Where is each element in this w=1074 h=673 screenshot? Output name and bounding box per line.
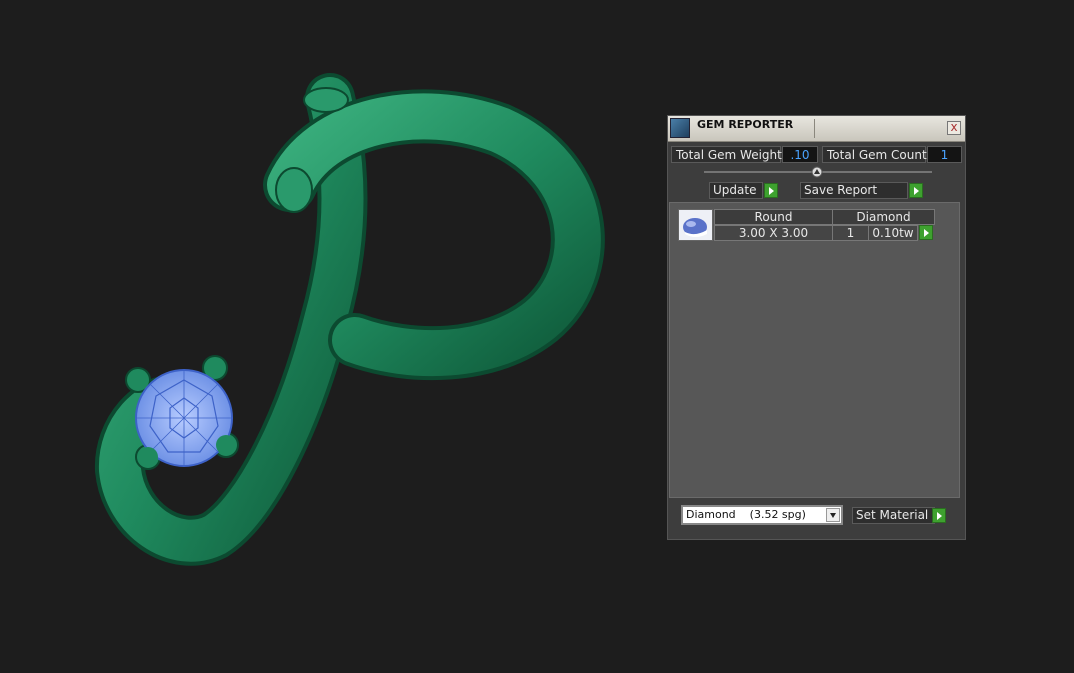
material-select-value: Diamond (3.52 spg) <box>686 508 806 521</box>
save-report-button[interactable]: Save Report <box>800 182 908 199</box>
panel-titlebar[interactable]: GEM REPORTER x <box>668 116 965 142</box>
save-report-go-icon[interactable] <box>909 183 923 198</box>
panel-title: GEM REPORTER <box>697 118 794 131</box>
gem-weight-cell: 0.10tw <box>868 225 918 241</box>
update-go-icon[interactable] <box>764 183 778 198</box>
set-material-button[interactable]: Set Material <box>852 507 935 524</box>
close-icon[interactable]: x <box>947 121 961 135</box>
gem-reporter-icon <box>670 118 690 138</box>
gem-list[interactable]: Round Diamond 3.00 X 3.00 1 0.10tw <box>669 202 960 498</box>
gem-size-cell: 3.00 X 3.00 <box>714 225 833 241</box>
gem-reporter-panel: GEM REPORTER x Total Gem Weight .10 Tota… <box>667 115 966 540</box>
gem-count-cell: 1 <box>832 225 869 241</box>
chevron-down-icon[interactable] <box>826 508 840 522</box>
gem-row-go-icon[interactable] <box>919 225 933 240</box>
title-divider <box>814 119 815 138</box>
gem-thumbnail-icon <box>678 209 713 241</box>
material-select[interactable]: Diamond (3.52 spg) <box>681 505 843 525</box>
gem-material-cell: Diamond <box>832 209 935 225</box>
total-gem-count-value: 1 <box>927 146 962 163</box>
splitter-slider[interactable] <box>704 166 932 180</box>
set-material-go-icon[interactable] <box>932 508 946 523</box>
total-gem-weight-value: .10 <box>782 146 818 163</box>
total-gem-count-label: Total Gem Count <box>822 146 927 163</box>
gem-shape-cell: Round <box>714 209 833 225</box>
total-gem-weight-label: Total Gem Weight <box>671 146 782 163</box>
update-button[interactable]: Update <box>709 182 763 199</box>
